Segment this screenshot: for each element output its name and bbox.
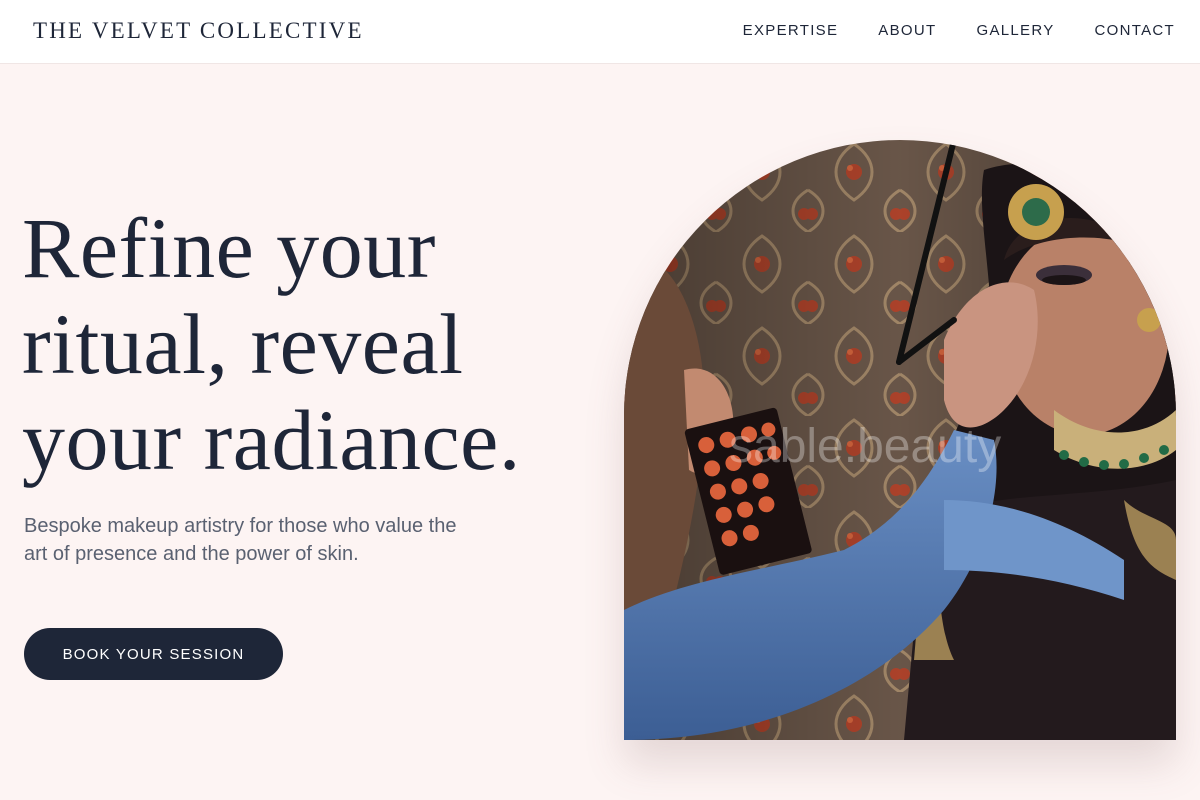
image-watermark: sable.beauty — [729, 420, 1001, 473]
top-navigation-bar: THE VELVET COLLECTIVE EXPERTISE ABOUT GA… — [0, 0, 1200, 64]
hero-headline-line-3: your radiance. — [22, 392, 521, 488]
nav-link-contact[interactable]: CONTACT — [1095, 22, 1175, 39]
hero-subtitle: Bespoke makeup artistry for those who va… — [24, 515, 457, 565]
makeup-artist-photo: sable.beauty — [624, 140, 1176, 740]
nav-link-expertise[interactable]: EXPERTISE — [743, 22, 839, 39]
hero-headline-line-1: Refine your — [22, 200, 436, 296]
main-nav: EXPERTISE ABOUT GALLERY CONTACT — [703, 22, 1175, 39]
brand-logo-text[interactable]: THE VELVET COLLECTIVE — [33, 18, 364, 44]
nav-link-about[interactable]: ABOUT — [878, 22, 936, 39]
hero-headline: Refine your ritual, reveal your radiance… — [22, 200, 602, 488]
hero-headline-line-2: ritual, reveal — [22, 296, 464, 392]
nav-link-gallery[interactable]: GALLERY — [976, 22, 1054, 39]
book-session-button[interactable]: BOOK YOUR SESSION — [24, 628, 283, 680]
hero-image-arch: sable.beauty — [624, 140, 1176, 740]
